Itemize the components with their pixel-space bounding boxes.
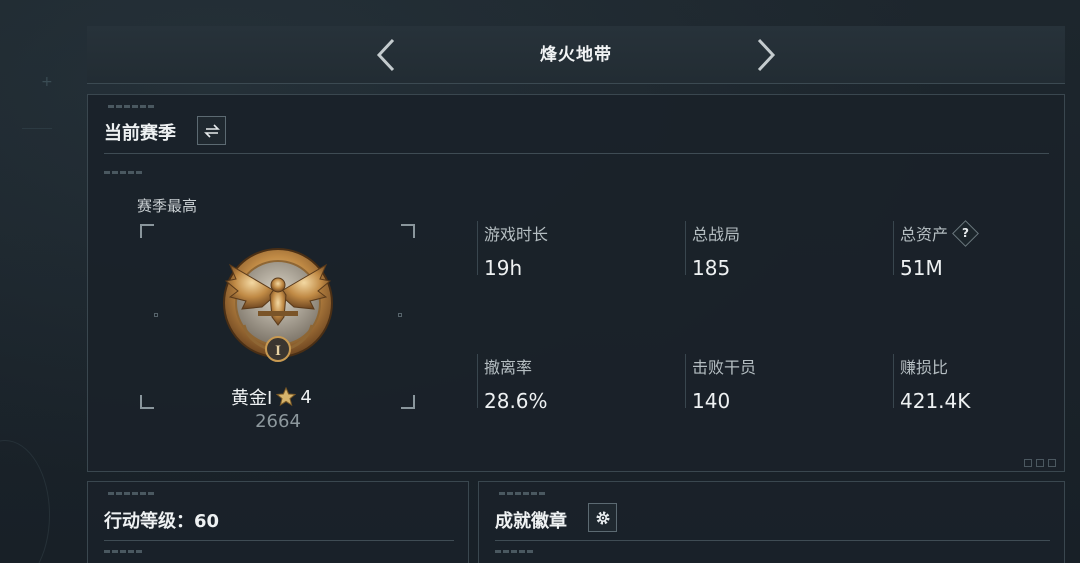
stat-divider [893, 221, 894, 275]
mode-header: 烽火地带 [87, 26, 1065, 84]
current-season-panel: 当前赛季 赛季最高 I 黄金I 4 2664 游戏时长 19h 总战局 185 … [87, 94, 1065, 472]
help-mark: ? [962, 225, 969, 240]
help-icon[interactable]: ? [952, 219, 979, 247]
frame-dot [154, 313, 158, 317]
panel-divider [495, 540, 1050, 541]
star-icon [276, 387, 297, 407]
rank-score: 2664 [255, 411, 301, 432]
stat-label: 游戏时长 [484, 225, 549, 244]
corner-square-decoration [1048, 459, 1056, 467]
rank-tier-label: 黄金I [231, 388, 273, 409]
stat-divider [685, 354, 686, 408]
mode-title: 烽火地带 [540, 45, 612, 65]
frame-corner [401, 224, 415, 238]
badge-settings-button[interactable] [588, 503, 617, 532]
stat-divider [477, 221, 478, 275]
left-edge-decoration: + [0, 0, 86, 563]
operation-level-panel: 行动等级：60 [87, 481, 469, 563]
season-best-label: 赛季最高 [137, 197, 198, 215]
stat-value: 51M [900, 256, 943, 280]
stat-label: 击败干员 [692, 358, 757, 377]
stat-label: 撤离率 [484, 358, 533, 377]
rank-medal-icon: I [218, 245, 338, 370]
rank-name: 黄金I 4 [231, 384, 312, 410]
gear-icon [596, 511, 609, 524]
panel-tag-decoration [108, 105, 156, 108]
stat-value: 19h [484, 256, 523, 280]
stat-value: 421.4K [900, 389, 971, 413]
stat-value: 28.6% [484, 389, 548, 413]
line-decoration [22, 128, 52, 129]
achievement-badge-panel: 成就徽章 [478, 481, 1065, 563]
stat-label: 赚损比 [900, 358, 949, 377]
stat-value: 185 [692, 256, 731, 280]
operation-level-title: 行动等级：60 [104, 511, 220, 532]
frame-dot [398, 313, 402, 317]
stat-label: 总战局 [692, 225, 741, 244]
stat-divider [893, 354, 894, 408]
stat-divider [685, 221, 686, 275]
next-mode-button[interactable] [749, 37, 779, 73]
achievement-badge-title: 成就徽章 [495, 511, 567, 532]
frame-corner [140, 395, 154, 409]
current-season-title: 当前赛季 [104, 123, 176, 144]
panel-subtag-decoration [104, 550, 144, 553]
panel-divider [104, 540, 454, 541]
stat-divider [477, 354, 478, 408]
panel-subtag-decoration [495, 550, 535, 553]
svg-text:I: I [275, 343, 281, 359]
rank-star-count: 4 [300, 386, 312, 408]
panel-subtag-decoration [104, 171, 144, 174]
frame-corner [401, 395, 415, 409]
switch-season-button[interactable] [197, 116, 226, 145]
stat-value: 140 [692, 389, 731, 413]
swap-icon [203, 123, 220, 138]
panel-divider [104, 153, 1049, 154]
chevron-right-icon [757, 38, 776, 72]
corner-square-decoration [1024, 459, 1032, 467]
plus-decoration: + [41, 74, 53, 90]
panel-tag-decoration [108, 492, 156, 495]
frame-corner [140, 224, 154, 238]
stat-label: 总资产 [900, 225, 949, 244]
stat-label-row: 总资产 ? [900, 219, 979, 247]
corner-square-decoration [1036, 459, 1044, 467]
panel-tag-decoration [499, 492, 547, 495]
circle-decoration [0, 440, 50, 563]
